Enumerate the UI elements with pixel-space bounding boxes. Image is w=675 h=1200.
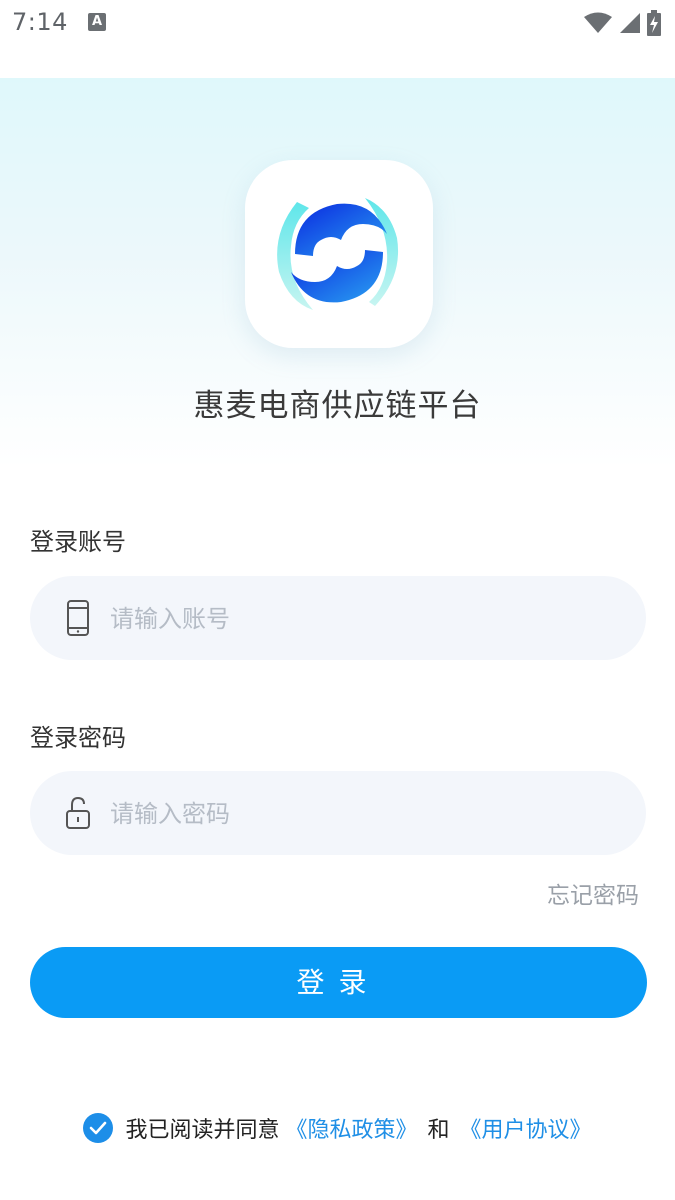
status-time: 7:14 <box>12 8 68 36</box>
agree-checkbox[interactable] <box>83 1113 114 1143</box>
account-input[interactable] <box>108 576 612 662</box>
app-title: 惠麦电商供应链平台 <box>193 388 482 424</box>
status-icons <box>583 10 661 36</box>
agreement-text: 我已阅读并同意 <box>125 1118 280 1143</box>
agreement-and: 和 <box>427 1118 450 1143</box>
user-agreement-link[interactable]: 《用户协议》 <box>460 1112 592 1144</box>
lock-icon <box>66 796 90 829</box>
account-label: 登录账号 <box>30 528 126 556</box>
login-button[interactable]: 登录 <box>30 947 647 1018</box>
account-field[interactable] <box>30 576 646 662</box>
check-icon <box>90 1121 107 1135</box>
phone-icon <box>67 600 89 636</box>
forgot-password-link[interactable]: 忘记密码 <box>547 876 639 910</box>
battery-charging-icon <box>647 10 661 36</box>
password-input[interactable] <box>108 771 612 857</box>
password-label: 登录密码 <box>30 724 126 752</box>
password-field[interactable] <box>30 771 646 857</box>
signal-icon <box>620 13 640 33</box>
notification-icon: A <box>88 13 106 31</box>
agreement-row: 我已阅读并同意 《隐私政策》 和 《用户协议》 <box>0 1112 675 1144</box>
privacy-policy-link[interactable]: 《隐私政策》 <box>285 1112 417 1144</box>
status-bar: 7:14 A <box>0 0 675 78</box>
wifi-icon <box>584 12 612 33</box>
app-logo-icon <box>245 160 433 348</box>
